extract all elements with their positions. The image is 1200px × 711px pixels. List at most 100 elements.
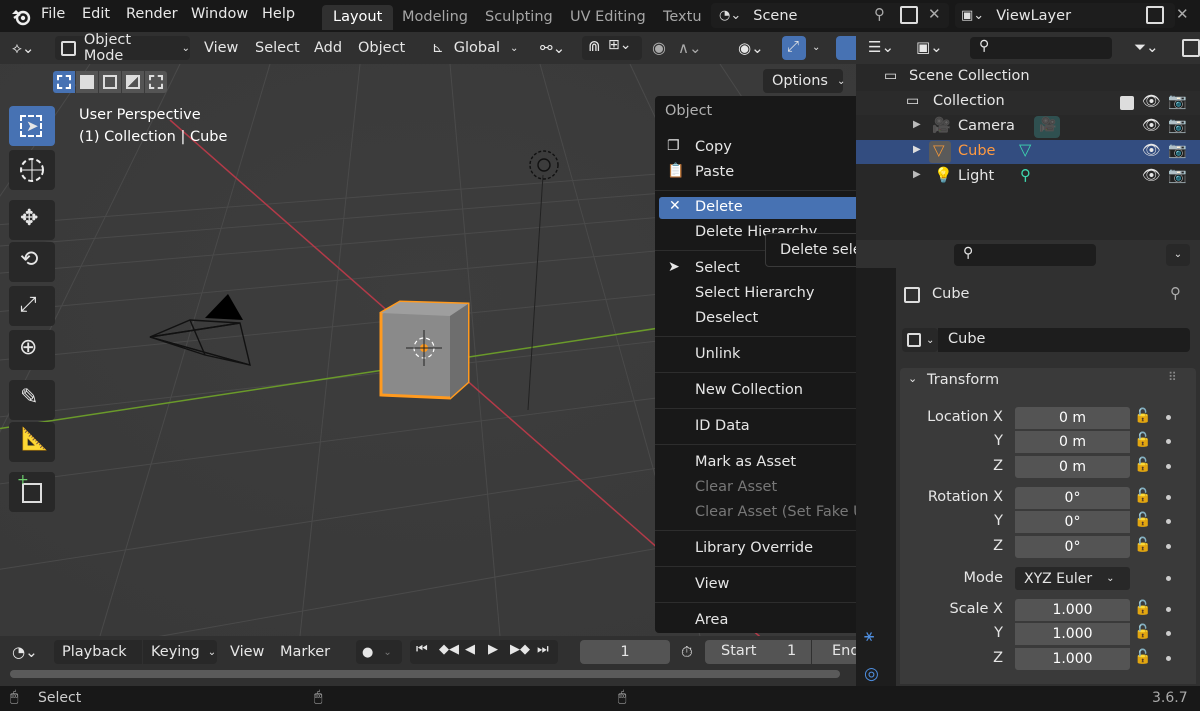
jump-end-icon[interactable]: ⏭ — [537, 642, 549, 657]
properties-search-input[interactable]: ⚲ — [954, 244, 1096, 266]
light-data-icon[interactable]: ⚲ — [1020, 166, 1031, 184]
properties-options-dropdown[interactable]: ⌄ — [1166, 244, 1190, 266]
location-y-field[interactable]: 0 m — [1015, 431, 1130, 453]
options-dropdown[interactable]: Options ⌄ — [763, 69, 845, 93]
playback-dropdown[interactable]: Playback — [54, 640, 142, 664]
select-box-icon[interactable] — [53, 71, 75, 93]
menu-window[interactable]: Window — [191, 6, 248, 22]
new-scene-icon[interactable] — [900, 6, 918, 24]
tool-annotate[interactable]: ✎ — [9, 380, 55, 420]
blender-logo-icon[interactable] — [10, 6, 32, 26]
eye-icon[interactable]: 👁 — [1142, 166, 1161, 184]
close-view-layer-icon[interactable]: ✕ — [1176, 5, 1189, 23]
lock-icon[interactable]: 🔓 — [1134, 512, 1151, 528]
eye-icon[interactable]: 👁 — [1142, 141, 1161, 159]
mode-dropdown[interactable]: Object Mode ⌄ — [55, 32, 190, 64]
snap-toggle[interactable]: ⋒ ⊞⌄ — [582, 36, 642, 60]
menu-render[interactable]: Render — [126, 6, 178, 22]
keyframe-dot-icon[interactable] — [1166, 631, 1171, 636]
eye-icon[interactable]: 👁 — [1142, 92, 1161, 110]
menu-file[interactable]: File — [41, 6, 65, 22]
select-intersect-icon[interactable] — [145, 71, 167, 93]
lock-icon[interactable]: 🔓 — [1134, 537, 1151, 553]
lock-icon[interactable]: 🔓 — [1134, 649, 1151, 665]
current-frame-field[interactable]: 1 — [580, 640, 670, 664]
scale-x-field[interactable]: 1.000 — [1015, 599, 1130, 621]
expand-arrow-icon[interactable]: ▶ — [913, 169, 921, 180]
prev-keyframe-icon[interactable]: ◆◀ — [439, 642, 459, 657]
outliner-row-cube[interactable]: ▶ ▽ Cube ▽ 👁 📷 — [856, 140, 1200, 164]
chevron-down-icon[interactable]: ⌄ — [812, 36, 820, 60]
filter-icon[interactable]: ⏷⌄ — [1134, 38, 1159, 56]
camera-render-icon[interactable]: 📷 — [1168, 92, 1187, 110]
view-layer-selector[interactable]: ▣⌄ ViewLayer — [955, 3, 1175, 28]
scale-z-field[interactable]: 1.000 — [1015, 648, 1130, 670]
pin-icon[interactable]: ⚲ — [874, 5, 885, 23]
location-z-field[interactable]: 0 m — [1015, 456, 1130, 478]
tool-scale[interactable]: ⤢ — [9, 286, 55, 326]
proportional-edit-icon[interactable]: ◉ — [652, 36, 666, 60]
keyframe-dot-icon[interactable] — [1166, 656, 1171, 661]
camera-render-icon[interactable]: 📷 — [1168, 116, 1187, 134]
timeline-scrollbar[interactable] — [10, 670, 840, 678]
tool-add-cube[interactable]: + — [9, 472, 55, 512]
drag-handle-icon[interactable]: ⠿ — [1168, 370, 1177, 384]
tool-rotate[interactable]: ⟲ — [9, 242, 55, 282]
scale-y-field[interactable]: 1.000 — [1015, 623, 1130, 645]
tab-layout[interactable]: Layout — [322, 5, 394, 30]
tab-sculpting[interactable]: Sculpting — [474, 5, 564, 30]
lock-icon[interactable]: 🔓 — [1134, 457, 1151, 473]
menu-view[interactable]: View — [204, 36, 238, 60]
keyframe-dot-icon[interactable] — [1166, 607, 1171, 612]
menu-add[interactable]: Add — [314, 36, 342, 60]
transform-panel-header[interactable]: ⌄ Transform ⠿ — [900, 368, 1196, 394]
rotation-y-field[interactable]: 0° — [1015, 511, 1130, 533]
play-icon[interactable]: ▶ — [488, 642, 498, 657]
object-name-field[interactable]: Cube — [938, 328, 1190, 352]
tool-move[interactable]: ✥ — [9, 200, 55, 240]
outliner-row-scene-collection[interactable]: ▭ Scene Collection — [856, 66, 1200, 90]
keyframe-dot-icon[interactable] — [1166, 519, 1171, 524]
lock-icon[interactable]: 🔓 — [1134, 488, 1151, 504]
constraint-tab-icon[interactable]: ⚹ — [864, 626, 874, 646]
timeline-menu-view[interactable]: View — [230, 640, 264, 664]
keyframe-dot-icon[interactable] — [1166, 495, 1171, 500]
lock-icon[interactable]: 🔓 — [1134, 600, 1151, 616]
mesh-data-icon[interactable]: ▽ — [1019, 140, 1031, 159]
timeline-editor-icon[interactable]: ◔⌄ — [12, 640, 38, 664]
gizmo-toggle[interactable]: ⤢ — [782, 36, 806, 60]
pin-icon[interactable]: ⚲ — [1170, 284, 1181, 302]
orientation-dropdown[interactable]: ⊾ Global ⌄ — [432, 36, 528, 60]
tool-cursor[interactable] — [9, 150, 55, 190]
record-toggle[interactable]: ● ⌄ — [356, 640, 402, 664]
object-browse-dropdown[interactable]: ⌄ — [902, 328, 938, 352]
close-icon[interactable]: ✕ — [928, 5, 941, 23]
expand-arrow-icon[interactable]: ▶ — [913, 119, 921, 130]
stopwatch-icon[interactable]: ⏱ — [681, 640, 693, 664]
tool-select-box[interactable]: ➤ — [9, 106, 55, 146]
falloff-icon[interactable]: ∧⌄ — [678, 36, 702, 60]
eye-icon[interactable]: 👁 — [1142, 116, 1161, 134]
camera-data-icon[interactable]: 🎥 — [1034, 116, 1060, 138]
start-frame-field[interactable]: Start 1 — [705, 640, 811, 664]
keyframe-dot-icon[interactable] — [1166, 415, 1171, 420]
keyframe-dot-icon[interactable] — [1166, 576, 1171, 581]
keying-dropdown[interactable]: Keying ⌄ — [143, 640, 217, 664]
lock-icon[interactable]: 🔓 — [1134, 432, 1151, 448]
end-frame-field[interactable]: End — [812, 640, 856, 664]
rotation-mode-dropdown[interactable]: XYZ Euler ⌄ — [1015, 567, 1130, 590]
location-x-field[interactable]: 0 m — [1015, 407, 1130, 429]
display-mode-icon[interactable]: ▣⌄ — [916, 38, 943, 56]
new-collection-icon[interactable] — [1182, 39, 1200, 57]
select-extend-icon[interactable] — [76, 71, 98, 93]
new-view-layer-icon[interactable] — [1146, 6, 1164, 24]
menu-select[interactable]: Select — [255, 36, 300, 60]
jump-start-icon[interactable]: ⏮ — [416, 642, 428, 657]
keyframe-dot-icon[interactable] — [1166, 544, 1171, 549]
menu-help[interactable]: Help — [262, 6, 295, 22]
lock-icon[interactable]: 🔓 — [1134, 624, 1151, 640]
play-reverse-icon[interactable]: ◀ — [465, 642, 475, 657]
timeline-menu-marker[interactable]: Marker — [280, 640, 330, 664]
keyframe-dot-icon[interactable] — [1166, 439, 1171, 444]
camera-render-icon[interactable]: 📷 — [1168, 166, 1187, 184]
